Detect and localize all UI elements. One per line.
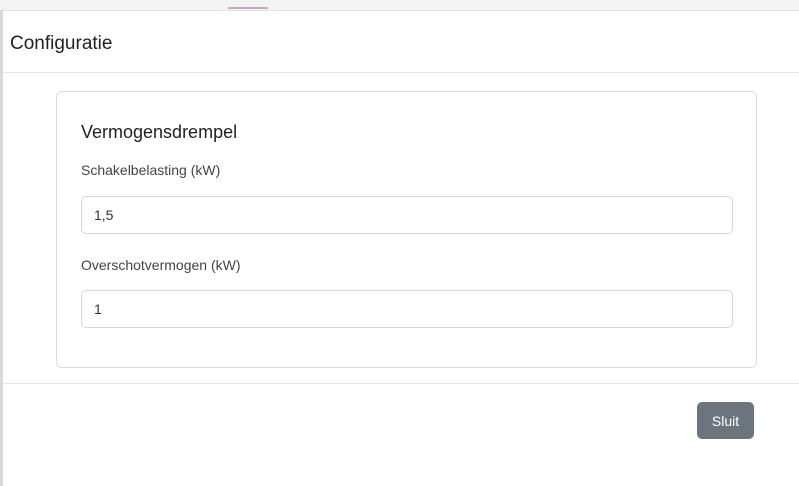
- dialog-header: Configuratie: [3, 11, 799, 73]
- dialog-title: Configuratie: [10, 33, 113, 54]
- backdrop-strip: [0, 0, 799, 11]
- backdrop-accent: [228, 7, 268, 9]
- surplus-power-input[interactable]: [81, 290, 733, 328]
- switching-load-input[interactable]: [81, 196, 733, 234]
- dialog-left-edge: [0, 10, 3, 486]
- surplus-power-label: Overschotvermogen (kW): [81, 257, 241, 273]
- close-button[interactable]: Sluit: [697, 402, 754, 439]
- switching-load-label: Schakelbelasting (kW): [81, 162, 221, 178]
- configuration-dialog: Configuratie Vermogensdrempel Schakelbel…: [0, 0, 799, 486]
- power-threshold-card: Vermogensdrempel Schakelbelasting (kW) O…: [56, 91, 757, 368]
- footer-divider: [3, 383, 799, 384]
- section-title: Vermogensdrempel: [81, 122, 238, 142]
